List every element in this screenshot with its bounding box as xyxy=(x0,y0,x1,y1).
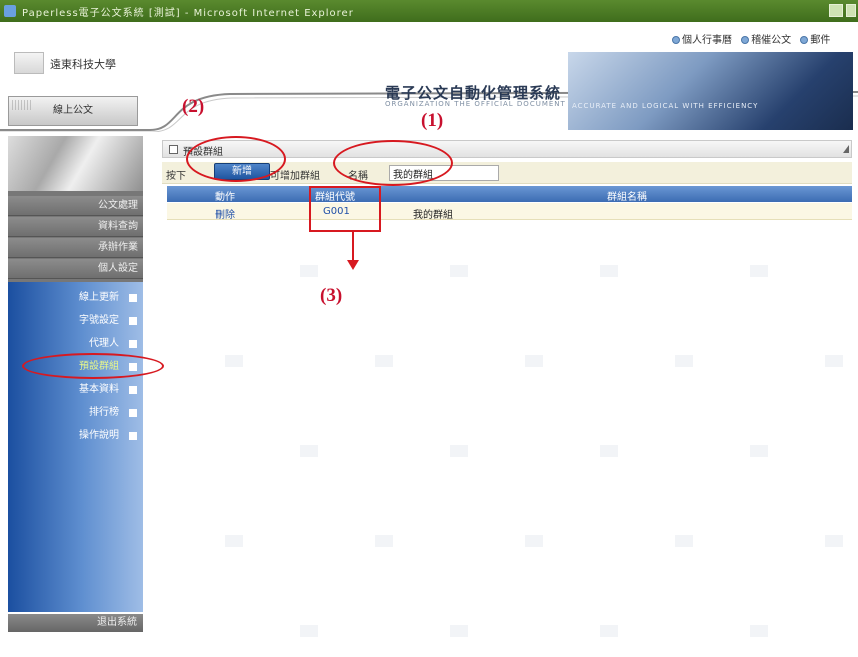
annotation-arrow-head xyxy=(347,260,359,270)
column-header-action: 動作 xyxy=(215,192,235,203)
sidebar-top-button[interactable]: 線上公文 xyxy=(8,96,138,126)
group-name-cell: 我的群組 xyxy=(413,210,453,221)
column-header-name: 群組名稱 xyxy=(607,192,647,203)
school-name: 遠東科技大學 xyxy=(50,58,116,71)
sidebar-sub-ranking[interactable]: 排行榜 xyxy=(8,403,143,423)
link-mail[interactable]: 郵件 xyxy=(800,35,830,46)
annotation-label-3: (3) xyxy=(320,285,343,306)
sidebar-sub-number[interactable]: 字號設定 xyxy=(8,311,143,331)
logout-button[interactable]: 退出系統 xyxy=(8,614,143,632)
square-icon xyxy=(129,409,137,417)
square-icon xyxy=(129,386,137,394)
annotation-ellipse-add-button xyxy=(186,136,286,182)
sidebar-sub-update[interactable]: 線上更新 xyxy=(8,288,143,308)
bullet-icon xyxy=(741,36,750,44)
sidebar-sub-proxy[interactable]: 代理人 xyxy=(8,334,143,354)
annotation-label-2: (2) xyxy=(182,96,205,117)
link-overdue[interactable]: 稽催公文 xyxy=(741,35,791,46)
sidebar-item-handling[interactable]: 承辦作業 xyxy=(8,238,143,258)
annotation-label-1: (1) xyxy=(421,110,444,131)
annotation-ellipse-name-input xyxy=(333,140,453,186)
window-title: Paperless電子公文系統 [測試] - Microsoft Interne… xyxy=(22,8,354,19)
delete-link[interactable]: 刪除 xyxy=(215,206,235,221)
window-title-bar: Paperless電子公文系統 [測試] - Microsoft Interne… xyxy=(0,0,858,22)
bullet-icon xyxy=(800,36,809,44)
square-icon xyxy=(129,340,137,348)
link-calendar[interactable]: 個人行事曆 xyxy=(672,35,732,46)
minimize-button[interactable] xyxy=(829,4,843,17)
hint-prefix: 按下 xyxy=(166,171,186,182)
maximize-button[interactable] xyxy=(846,4,856,17)
sidebar-sub-help[interactable]: 操作說明 xyxy=(8,426,143,446)
annotation-ellipse-sidebar-item xyxy=(22,353,164,379)
sidebar-submenu xyxy=(8,282,143,612)
dots-icon xyxy=(12,100,32,110)
resize-icon xyxy=(843,145,849,153)
square-icon xyxy=(129,432,137,440)
sidebar-sub-basic-info[interactable]: 基本資料 xyxy=(8,380,143,400)
bullet-icon xyxy=(672,36,680,44)
annotation-box-group-code xyxy=(309,186,381,232)
ie-icon xyxy=(4,5,16,17)
sidebar-photo xyxy=(8,136,143,191)
square-icon xyxy=(129,294,137,302)
checkbox-icon xyxy=(169,145,178,154)
top-links: 個人行事曆 稽催公文 郵件 xyxy=(672,31,836,46)
sidebar-item-personal[interactable]: 個人設定 xyxy=(8,259,143,279)
header-banner-image xyxy=(568,52,853,130)
square-icon xyxy=(129,317,137,325)
table-header: 動作 群組代號 群組名稱 xyxy=(167,186,852,203)
table-row: 刪除 G001 我的群組 xyxy=(167,203,852,221)
banner-tagline: ACCURATE AND LOGICAL WITH EFFICIENCY xyxy=(572,102,759,110)
school-logo xyxy=(14,52,44,74)
system-subtitle: ORGANIZATION THE OFFICIAL DOCUMENT xyxy=(385,100,566,108)
sidebar-item-query[interactable]: 資料查詢 xyxy=(8,217,143,237)
annotation-arrow-line xyxy=(352,232,354,262)
sidebar-item-document[interactable]: 公文處理 xyxy=(8,196,143,216)
